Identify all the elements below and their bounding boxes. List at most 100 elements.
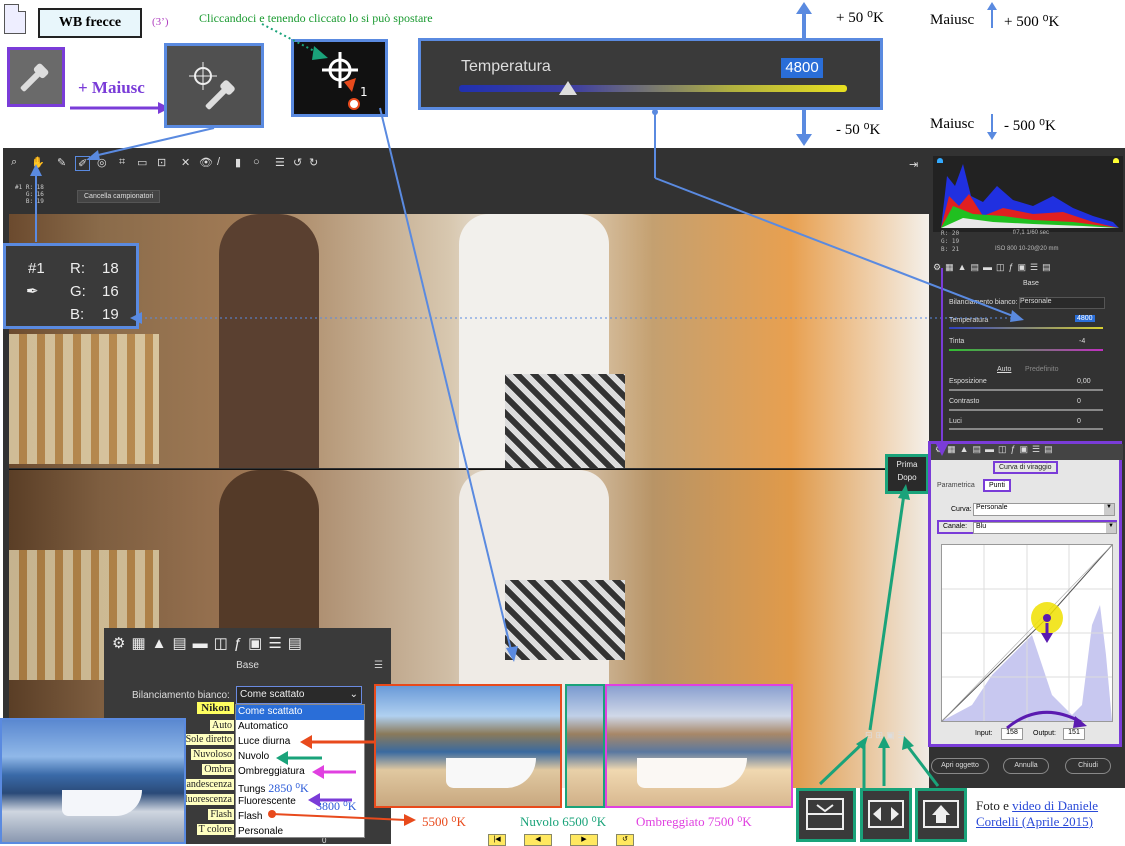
graduated-filter-icon[interactable]: ▮ — [235, 156, 241, 169]
return-button[interactable]: ↺ — [616, 834, 634, 846]
panel-tabs: ⚙▦▲▤▬◫ƒ▣☰▤ — [933, 262, 1055, 272]
temperature-slider-thumb[interactable] — [559, 81, 577, 95]
sampler-b-label: B: — [70, 306, 85, 323]
sampler-r-label: R: — [70, 260, 85, 277]
fullscreen-icon[interactable]: ⇥ — [909, 158, 918, 171]
temperature-panel: Temperatura 4800 — [418, 38, 883, 110]
clear-samplers-button[interactable]: Cancella campionatori — [77, 190, 161, 203]
straighten-icon[interactable]: ▭ — [137, 156, 147, 169]
nikon-item-flash: Flash — [208, 809, 234, 820]
wb-label-small: Bilanciamento bianco: — [949, 299, 1018, 306]
wb-option-shade[interactable]: Ombreggiatura — [236, 765, 364, 780]
close-button[interactable]: Chiudi — [1065, 758, 1111, 774]
exposure-value[interactable]: 0,00 — [1077, 378, 1091, 385]
spot-removal-icon[interactable]: ✕ — [181, 156, 190, 169]
zoom-icon[interactable]: ⌕ — [11, 156, 17, 169]
sampler-g-label: G: — [70, 283, 86, 300]
before-photo — [9, 214, 929, 468]
temp-value-small[interactable]: 4800 — [1075, 315, 1095, 322]
tint-value-small[interactable]: -4 — [1079, 338, 1085, 345]
before-after-box: Prima Dopo — [885, 454, 929, 494]
shadow-clip-icon[interactable] — [937, 158, 943, 163]
auto-link[interactable]: Auto — [997, 366, 1011, 373]
temp-label-small: Temperatura — [949, 317, 989, 324]
wb-select-small[interactable]: Personale — [1019, 297, 1105, 309]
small-down-arrow — [987, 114, 997, 140]
temperature-value[interactable]: 4800 — [781, 58, 823, 78]
tint-slider-small[interactable] — [949, 349, 1103, 351]
curve-select[interactable]: Personale ▼ — [973, 503, 1115, 516]
temperature-slider[interactable] — [459, 85, 847, 92]
green-dotted-arrow — [261, 23, 328, 60]
wb-option-cloudy[interactable]: Nuvolo — [236, 750, 364, 765]
temp-slider-small[interactable] — [949, 327, 1103, 329]
wb-option-tungsten[interactable]: Tungs 2850 ⁰K — [236, 780, 364, 795]
tab-points[interactable]: Punti — [983, 479, 1011, 492]
first-page-button[interactable]: |◀ — [488, 834, 506, 846]
histogram-rgb: R: 20 G: 19 B: 21 — [941, 230, 960, 253]
down-arrow — [796, 110, 812, 146]
cancel-button[interactable]: Annulla — [1003, 758, 1049, 774]
presets-list-icon[interactable]: ☰ — [275, 156, 285, 169]
after-label[interactable]: Dopo — [888, 473, 926, 482]
view-mode-icon-1[interactable] — [796, 788, 856, 842]
open-object-button[interactable]: Apri oggetto — [931, 758, 989, 774]
default-link[interactable]: Predefinito — [1025, 366, 1058, 373]
wb-option-daylight[interactable]: Luce diurna — [236, 735, 364, 750]
transform-icon[interactable]: ⊡ — [157, 156, 166, 169]
adjustment-brush-icon[interactable]: / — [217, 156, 220, 168]
lights-slider[interactable] — [949, 428, 1103, 430]
crop-icon[interactable]: ⌗ — [119, 156, 125, 169]
eyedropper-small-icon: ✒ — [26, 283, 39, 300]
contrast-value[interactable]: 0 — [1077, 398, 1081, 405]
curve-panel-tabs: ⚙▦▲▤▬◫ƒ▣☰▤ — [931, 444, 1123, 460]
rotate-cw-icon[interactable]: ↻ — [309, 156, 318, 169]
input-output-arrow — [1006, 710, 1087, 730]
contrast-label: Contrasto — [949, 398, 980, 405]
hand-icon[interactable]: ✋ — [31, 156, 45, 169]
next-page-button[interactable]: ▶ — [570, 834, 598, 846]
sample-photo-5500 — [374, 684, 562, 808]
sampler-g-value: 16 — [102, 283, 119, 300]
rotate-ccw-icon[interactable]: ↺ — [293, 156, 302, 169]
channel-select[interactable]: Blu ▼ — [973, 522, 1117, 534]
sample-photo-shade — [605, 684, 793, 808]
document-icon[interactable] — [4, 4, 26, 34]
curve-graph[interactable] — [941, 544, 1113, 722]
lights-value[interactable]: 0 — [1077, 418, 1081, 425]
minus-50-label: - 50 ⁰K — [836, 122, 881, 138]
sampler-b-value: 19 — [102, 306, 119, 323]
cloudy-6500-label: Nuvolo 6500 ⁰K — [520, 814, 607, 829]
highlight-clip-icon[interactable] — [1113, 158, 1119, 163]
prev-page-button[interactable]: ◀ — [524, 834, 552, 846]
plus-500-label: + 500 ⁰K — [1004, 14, 1060, 30]
modifier-label: + Maiusc — [78, 78, 145, 97]
sampler-zoom-box: #1 R: 18 ✒ G: 16 B: 19 — [3, 243, 139, 329]
view-mode-icon-2[interactable] — [860, 788, 912, 842]
before-label[interactable]: Prima — [888, 460, 926, 469]
curve-title: Curva di viraggio — [993, 461, 1058, 474]
target-adjust-icon[interactable]: ◎ — [97, 156, 107, 169]
base-title: Base — [1023, 280, 1039, 287]
wb-option-custom[interactable]: Personale — [236, 825, 364, 840]
nikon-item-cloudy: Nuvoloso — [191, 749, 234, 760]
contrast-slider[interactable] — [949, 409, 1103, 411]
radial-filter-icon[interactable]: ○ — [253, 156, 260, 168]
tab-parametric[interactable]: Parametrica — [937, 482, 975, 489]
view-mode-icon-3[interactable] — [915, 788, 967, 842]
sampler-info-small: #1 R: 18 G: 16 B: 19 — [15, 184, 44, 205]
iso-info: ISO 800 10-20@20 mm — [995, 246, 1059, 252]
target-eyedropper-icon[interactable] — [164, 43, 264, 128]
color-sampler-icon[interactable]: ✐ — [75, 156, 91, 171]
wb-option-as-shot[interactable]: Come scattato — [236, 705, 364, 720]
wb-option-auto[interactable]: Automatico — [236, 720, 364, 735]
exposure-slider[interactable] — [949, 389, 1103, 391]
eyedropper-icon[interactable] — [7, 47, 65, 107]
exposure-info: f/7,1 1/60 sec — [1013, 230, 1050, 236]
red-eye-icon[interactable]: 👁 — [199, 156, 213, 169]
channel-row: Canale: Blu ▼ — [937, 520, 1117, 534]
white-balance-icon[interactable]: ✎ — [57, 156, 66, 169]
wb-popup-title: Base — [236, 660, 259, 671]
wb-popup-select[interactable]: Come scattato ⌄ — [236, 686, 362, 704]
plus-50-label: + 50 ⁰K — [836, 10, 884, 26]
